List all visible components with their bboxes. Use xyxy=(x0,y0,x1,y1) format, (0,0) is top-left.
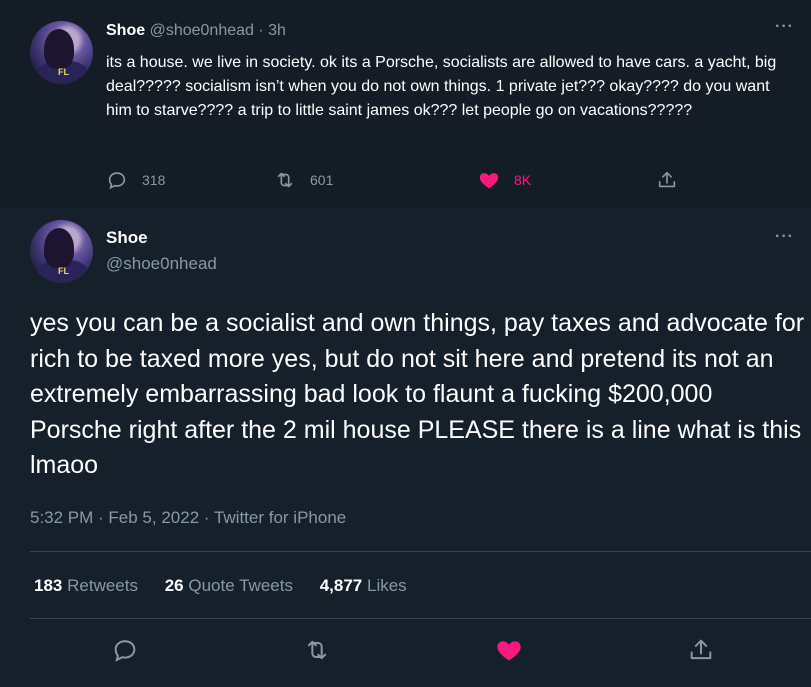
likes-stat[interactable]: 4,877 Likes xyxy=(320,576,407,595)
share-button[interactable] xyxy=(656,169,678,191)
retweet-count: 601 xyxy=(310,172,334,188)
retweet-icon xyxy=(277,172,293,188)
header-separator: · xyxy=(258,22,264,39)
avatar[interactable]: FL xyxy=(30,220,93,283)
author-name[interactable]: Shoe xyxy=(106,22,145,39)
retweet-icon xyxy=(307,640,327,660)
share-icon xyxy=(690,639,712,660)
author-handle[interactable]: @shoe0nhead xyxy=(150,22,254,39)
tweet-actions xyxy=(0,636,811,666)
tweet-actions: 318 601 8K xyxy=(106,169,706,193)
divider xyxy=(30,618,811,619)
reply-icon xyxy=(114,640,136,662)
engagement-stats: 183 Retweets 26 Quote Tweets 4,877 Likes xyxy=(34,576,429,596)
more-options-icon[interactable]: ··· xyxy=(775,18,794,36)
reply-button[interactable] xyxy=(111,636,139,664)
tweet-text: its a house. we live in society. ok its … xyxy=(106,54,777,119)
retweets-stat[interactable]: 183 Retweets xyxy=(34,576,138,595)
parent-tweet[interactable]: FL Shoe @shoe0nhead · 3h ··· its a house… xyxy=(0,0,811,207)
like-count: 8K xyxy=(514,172,532,188)
parent-tweet-header: Shoe @shoe0nhead · 3h xyxy=(106,22,286,40)
share-icon xyxy=(658,171,676,188)
avatar[interactable]: FL xyxy=(30,21,93,84)
retweet-button[interactable]: 601 xyxy=(274,169,333,191)
more-options-icon[interactable]: ··· xyxy=(775,228,794,246)
tweet-text: yes you can be a socialist and own thing… xyxy=(30,309,805,479)
tweet-thread: FL Shoe @shoe0nhead · 3h ··· its a house… xyxy=(0,0,811,687)
divider xyxy=(30,551,811,552)
like-icon xyxy=(497,641,521,661)
retweet-button[interactable] xyxy=(303,636,331,664)
author-name[interactable]: Shoe xyxy=(106,228,148,248)
share-button[interactable] xyxy=(687,636,715,664)
like-button[interactable] xyxy=(495,636,523,664)
author-handle[interactable]: @shoe0nhead xyxy=(106,254,217,274)
quote-tweets-stat[interactable]: 26 Quote Tweets xyxy=(165,576,293,595)
reply-button[interactable]: 318 xyxy=(106,169,165,191)
tweet-time[interactable]: 3h xyxy=(268,22,286,39)
reply-icon xyxy=(108,172,126,190)
reply-count: 318 xyxy=(142,172,166,188)
tweet-timestamp[interactable]: 5:32 PM · Feb 5, 2022 · Twitter for iPho… xyxy=(30,508,346,528)
like-icon xyxy=(479,173,499,189)
like-button[interactable]: 8K xyxy=(478,169,531,191)
